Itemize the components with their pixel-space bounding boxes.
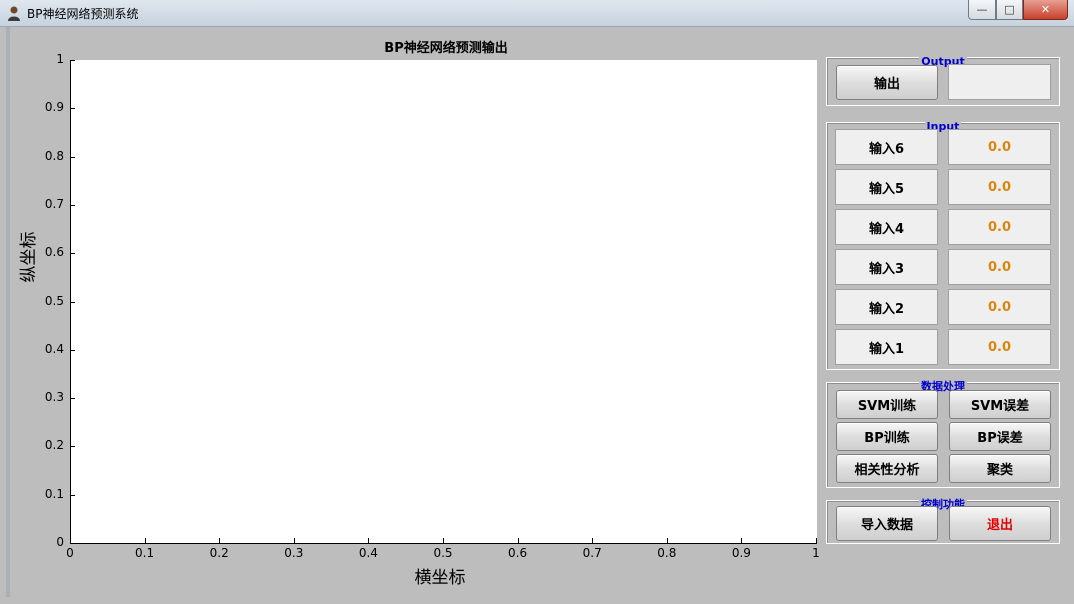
- input6-button[interactable]: 输入6: [835, 129, 938, 165]
- x-tick-label: 0.3: [284, 546, 304, 560]
- input2-button[interactable]: 输入2: [835, 289, 938, 325]
- x-tick-label: 0.7: [582, 546, 602, 560]
- clustering-button[interactable]: 聚类: [949, 454, 1051, 483]
- import-data-button[interactable]: 导入数据: [836, 506, 938, 541]
- y-tick-label: 0.4: [44, 341, 64, 356]
- input-group: Input 输入6 0.0 输入5 0.0 输入4 0.0 输入3 0.0 输入…: [826, 120, 1060, 370]
- x-tick-label: 0.1: [135, 546, 155, 560]
- client-area: BP神经网络预测输出 0 0.1 0.2 0.3 0.4 0.5 0.6 0.7 0.8 0.9 1…: [6, 27, 1068, 597]
- y-tick-label: 0.2: [44, 438, 64, 453]
- app-window: BP神经网络预测系统 — □ ✕ BP神经网络预测输出 0 0.1 0.2 0.3 0.…: [0, 0, 1074, 604]
- bp-train-button[interactable]: BP训练: [836, 422, 938, 451]
- x-tick-mark: [144, 538, 146, 543]
- input5-field[interactable]: 0.0: [948, 169, 1051, 205]
- y-tick-mark: [70, 494, 75, 496]
- y-tick-mark: [70, 60, 75, 61]
- y-tick-label: 0.9: [44, 100, 64, 115]
- input5-button[interactable]: 输入5: [835, 169, 938, 205]
- left-edge: [6, 27, 10, 597]
- exit-button[interactable]: 退出: [949, 506, 1051, 541]
- x-tick-label: 0: [66, 546, 74, 560]
- title-bar[interactable]: BP神经网络预测系统 — □ ✕: [0, 0, 1074, 27]
- y-tick-mark: [70, 301, 75, 303]
- x-tick-mark: [293, 538, 295, 543]
- data-processing-group: 数据处理 SVM训练 SVM误差 BP训练 BP误差 相关性分析 聚类: [826, 380, 1060, 488]
- y-tick-label: 0.3: [44, 390, 64, 405]
- input2-field[interactable]: 0.0: [948, 289, 1051, 325]
- window-title: BP神经网络预测系统: [27, 7, 139, 21]
- output-value-field[interactable]: [948, 64, 1051, 100]
- y-tick-label: 0.7: [44, 196, 64, 211]
- input4-button[interactable]: 输入4: [835, 209, 938, 245]
- y-tick-mark: [70, 204, 75, 206]
- plot-title: BP神经网络预测输出: [384, 41, 508, 56]
- input3-button[interactable]: 输入3: [835, 249, 938, 285]
- x-tick-label: 0.8: [657, 546, 677, 560]
- app-user-icon: [8, 6, 20, 21]
- y-tick-mark: [70, 446, 75, 448]
- control-group: 控制功能 导入数据 退出: [826, 498, 1060, 544]
- input3-field[interactable]: 0.0: [948, 249, 1051, 285]
- maximize-button[interactable]: □: [996, 0, 1023, 20]
- input6-field[interactable]: 0.0: [948, 129, 1051, 165]
- x-tick-label: 1: [812, 546, 820, 560]
- output-button[interactable]: 输出: [836, 65, 938, 100]
- x-axis-label: 横坐标: [414, 568, 466, 588]
- x-tick-mark: [517, 538, 519, 543]
- bp-error-button[interactable]: BP误差: [949, 422, 1051, 451]
- x-tick-label: 0.4: [358, 546, 378, 560]
- y-tick-label: 0.8: [44, 148, 64, 163]
- y-axis-label: 纵坐标: [19, 231, 39, 283]
- x-tick-label: 0.2: [209, 546, 229, 560]
- close-button[interactable]: ✕: [1023, 0, 1068, 20]
- plot-axes: [70, 60, 817, 544]
- y-tick-mark: [70, 253, 75, 255]
- x-tick-label: 0.6: [508, 546, 528, 560]
- y-tick-mark: [70, 543, 75, 544]
- input4-field[interactable]: 0.0: [948, 209, 1051, 245]
- y-tick-mark: [70, 398, 75, 400]
- x-tick-mark: [219, 538, 221, 543]
- x-tick-mark: [666, 538, 668, 543]
- y-tick-mark: [70, 108, 75, 110]
- minimize-button[interactable]: —: [968, 0, 996, 20]
- input1-button[interactable]: 输入1: [835, 329, 938, 365]
- input1-field[interactable]: 0.0: [948, 329, 1051, 365]
- x-tick-mark: [816, 538, 817, 543]
- y-tick-label: 0.5: [44, 293, 64, 308]
- y-tick-mark: [70, 156, 75, 158]
- x-tick-mark: [741, 538, 743, 543]
- caption-buttons: — □ ✕: [968, 0, 1068, 20]
- x-tick-label: 0.9: [731, 546, 751, 560]
- x-tick-mark: [443, 538, 444, 543]
- y-tick-label: 1: [56, 52, 64, 66]
- x-tick-mark: [368, 538, 370, 543]
- svm-error-button[interactable]: SVM误差: [949, 390, 1051, 419]
- x-tick-label: 0.5: [433, 546, 453, 560]
- minimize-icon: —: [976, 3, 988, 16]
- x-tick-mark: [592, 538, 594, 543]
- svm-train-button[interactable]: SVM训练: [836, 390, 938, 419]
- close-icon: ✕: [1040, 3, 1051, 16]
- x-tick-mark: [70, 538, 71, 543]
- maximize-icon: □: [1004, 3, 1015, 16]
- correlation-analysis-button[interactable]: 相关性分析: [836, 454, 938, 483]
- y-tick-label: 0.1: [44, 486, 64, 501]
- y-tick-mark: [70, 349, 75, 351]
- output-group: Output 输出: [826, 55, 1060, 106]
